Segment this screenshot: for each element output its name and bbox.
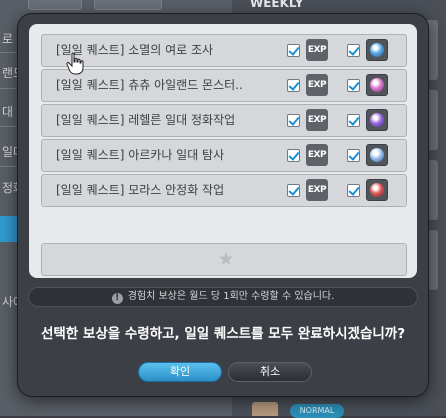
reward-item-icon	[366, 179, 388, 201]
item-checkbox[interactable]	[347, 114, 360, 127]
background-top-button	[94, 0, 162, 10]
quest-row: [일일 퀘스트] 레헬른 일대 정화작업 EXP	[41, 104, 407, 137]
quest-name: [일일 퀘스트] 모라스 안정화 작업	[56, 183, 225, 197]
quest-row: [일일 퀘스트] 츄츄 아일랜드 몬스터.. EXP	[41, 69, 407, 102]
hand-cursor-icon	[66, 52, 84, 75]
quest-row: [일일 퀘스트] 소멸의 여로 조사 EXP	[41, 34, 407, 67]
item-checkbox[interactable]	[347, 44, 360, 57]
exp-icon: EXP	[306, 39, 328, 61]
divider	[0, 52, 20, 53]
exp-icon: EXP	[306, 179, 328, 201]
reward-item-icon	[366, 144, 388, 166]
info-icon: !	[111, 293, 123, 304]
exp-checkbox[interactable]	[287, 149, 300, 162]
item-checkbox[interactable]	[347, 79, 360, 92]
exp-icon: EXP	[306, 109, 328, 131]
divider	[0, 88, 20, 89]
exp-checkbox[interactable]	[287, 44, 300, 57]
background-blue-tab	[0, 216, 18, 242]
quest-row: [일일 퀘스트] 아르카나 일대 탐사 EXP	[41, 139, 407, 172]
notice-bar: ! 경험치 보상은 월드 당 1회만 수령할 수 있습니다.	[28, 287, 418, 307]
divider	[0, 126, 20, 127]
reward-item-icon	[366, 39, 388, 61]
quest-reward-list: [일일 퀘스트] 소멸의 여로 조사 EXP [일일 퀘스트] 츄츄 아일랜드 …	[29, 24, 417, 278]
item-checkbox[interactable]	[347, 149, 360, 162]
cancel-button[interactable]: 취소	[228, 362, 312, 382]
exp-checkbox[interactable]	[287, 184, 300, 197]
exp-icon: EXP	[306, 144, 328, 166]
quest-name: [일일 퀘스트] 아르카나 일대 탐사	[56, 148, 225, 162]
notice-text: 경험치 보상은 월드 당 1회만 수령할 수 있습니다.	[127, 291, 335, 302]
confirm-button[interactable]: 확인	[138, 362, 222, 382]
star-icon: ★	[217, 248, 235, 270]
background-avatar	[252, 402, 278, 416]
quest-name: [일일 퀘스트] 레헬른 일대 정화작업	[56, 113, 236, 127]
quest-row: [일일 퀘스트] 모라스 안정화 작업 EXP	[41, 174, 407, 207]
item-checkbox[interactable]	[347, 184, 360, 197]
exp-icon: EXP	[306, 74, 328, 96]
exp-checkbox[interactable]	[287, 79, 300, 92]
reward-item-icon	[366, 109, 388, 131]
divider	[0, 166, 20, 167]
background-title: WEEKLY	[250, 0, 304, 10]
empty-quest-slot: ★	[41, 243, 407, 276]
background-top-button	[28, 0, 82, 10]
exp-checkbox[interactable]	[287, 114, 300, 127]
confirm-question: 선택한 보상을 수령하고, 일일 퀘스트를 모두 완료하시겠습니까?	[40, 326, 406, 342]
reward-item-icon	[366, 74, 388, 96]
